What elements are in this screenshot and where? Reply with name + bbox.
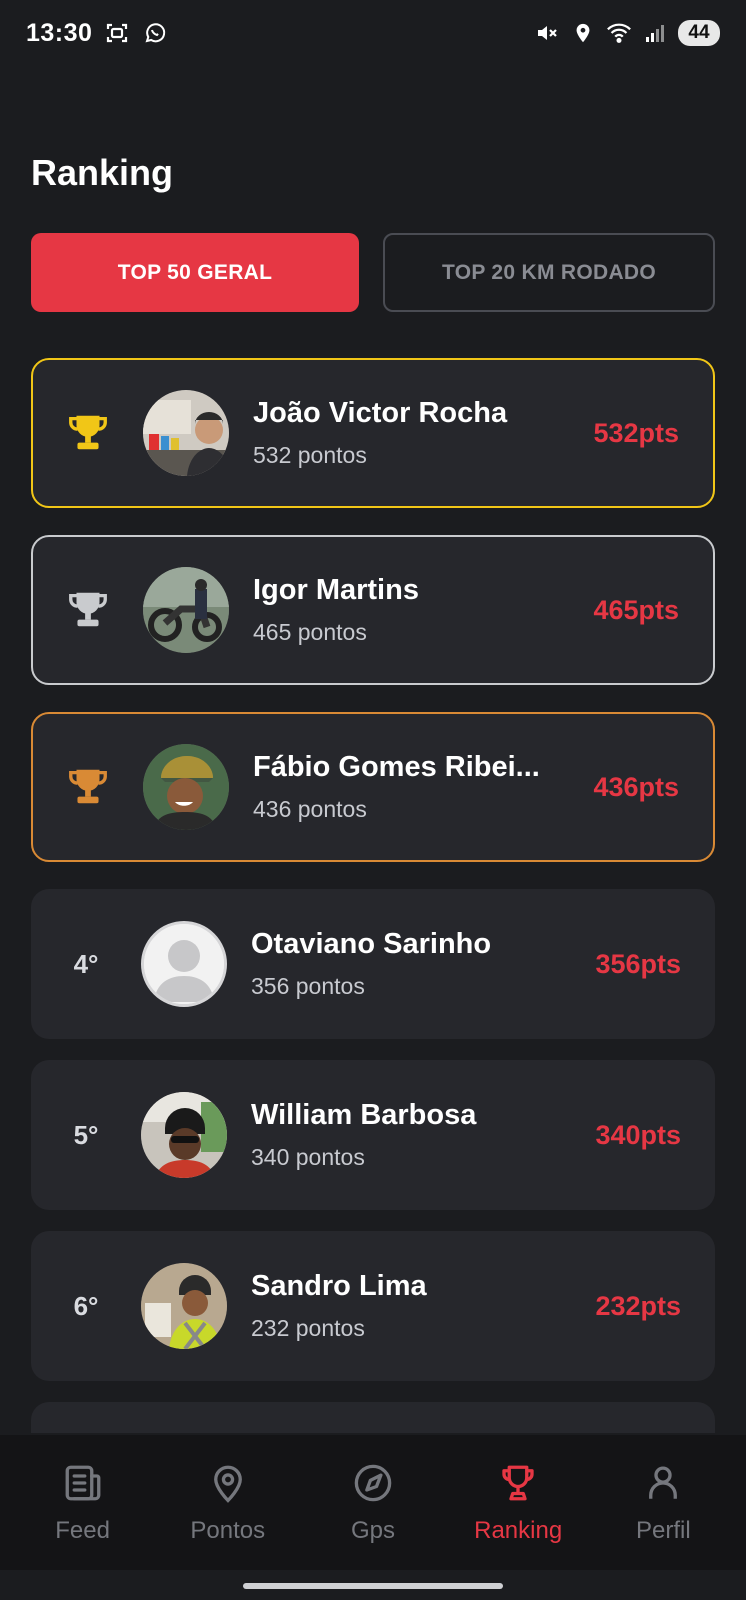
home-indicator[interactable] — [243, 1583, 503, 1589]
mute-icon — [534, 20, 560, 46]
user-points-text: 232 pontos — [251, 1315, 365, 1341]
rank-medal — [33, 764, 143, 810]
ranking-tabs: TOP 50 GERAL TOP 20 KM RODADO — [31, 233, 715, 312]
trophy-silver-icon — [69, 592, 107, 627]
ranking-card[interactable]: 4° Otaviano Sarinho 356 pontos 356pts — [31, 889, 715, 1039]
battery-indicator: 44 — [678, 20, 720, 46]
screenshot-icon — [104, 20, 130, 46]
rank-position: 5° — [73, 1119, 99, 1150]
status-time: 13:30 — [26, 18, 93, 47]
trophy-icon — [496, 1461, 540, 1505]
nav-label-feed: Feed — [55, 1516, 110, 1544]
nav-item-ranking[interactable]: Ranking — [448, 1461, 588, 1545]
user-points-badge: 232pts — [595, 1290, 681, 1321]
wifi-icon — [606, 20, 632, 46]
page-title: Ranking — [31, 152, 174, 193]
avatar — [141, 1263, 227, 1349]
user-name: Igor Martins — [253, 574, 419, 606]
feed-icon — [61, 1461, 105, 1505]
avatar — [141, 1092, 227, 1178]
nav-item-gps[interactable]: Gps — [303, 1461, 443, 1545]
ranking-card[interactable]: Igor Martins 465 pontos 465pts — [31, 535, 715, 685]
tab-top-50-geral[interactable]: TOP 50 GERAL — [31, 233, 359, 312]
trophy-bronze-icon — [69, 769, 107, 804]
user-points-badge: 356pts — [595, 948, 681, 979]
user-icon — [641, 1461, 685, 1505]
nav-item-perfil[interactable]: Perfil — [593, 1461, 733, 1545]
ranking-card[interactable]: João Victor Rocha 532 pontos 532pts — [31, 358, 715, 508]
nav-label-pontos: Pontos — [190, 1516, 266, 1544]
rank-position: 6° — [73, 1290, 99, 1321]
map-pin-icon — [206, 1461, 250, 1505]
user-name: Sandro Lima — [251, 1270, 427, 1302]
avatar — [143, 744, 229, 830]
user-name: William Barbosa — [251, 1099, 477, 1131]
ranking-card[interactable]: Fábio Gomes Ribei... 436 pontos 436pts — [31, 712, 715, 862]
status-bar: 13:30 44 — [0, 0, 746, 66]
nav-label-perfil: Perfil — [636, 1516, 691, 1544]
nav-item-feed[interactable]: Feed — [13, 1461, 153, 1545]
navigation-icon — [351, 1461, 395, 1505]
avatar-placeholder-icon — [141, 921, 227, 1007]
user-name: João Victor Rocha — [253, 397, 508, 429]
ranking-list: João Victor Rocha 532 pontos 532pts Igor… — [31, 358, 715, 1433]
location-icon — [570, 20, 596, 46]
avatar — [143, 567, 229, 653]
signal-icon — [642, 20, 668, 46]
trophy-gold-icon — [69, 415, 107, 450]
nav-label-gps: Gps — [350, 1516, 395, 1544]
rank-medal — [33, 410, 143, 456]
user-points-text: 436 pontos — [253, 796, 367, 822]
rank-medal — [33, 587, 143, 633]
user-points-text: 532 pontos — [253, 442, 367, 468]
nav-label-ranking: Ranking — [474, 1516, 563, 1544]
ranking-card[interactable] — [31, 1402, 715, 1433]
ranking-card[interactable]: 6° Sandro Lima 232 pontos 232pts — [31, 1231, 715, 1381]
user-points-badge: 340pts — [595, 1119, 681, 1150]
avatar — [143, 390, 229, 476]
user-points-text: 356 pontos — [251, 973, 365, 999]
rank-position: 4° — [73, 948, 99, 979]
user-points-text: 465 pontos — [253, 619, 367, 645]
user-name: Fábio Gomes Ribei... — [253, 751, 540, 783]
tab-top-20-km-rodado[interactable]: TOP 20 KM RODADO — [383, 233, 715, 312]
nav-item-pontos[interactable]: Pontos — [158, 1461, 298, 1545]
user-points-text: 340 pontos — [251, 1144, 365, 1170]
user-points-badge: 532pts — [593, 417, 679, 448]
user-name: Otaviano Sarinho — [251, 928, 492, 960]
user-points-badge: 465pts — [593, 594, 679, 625]
ranking-card[interactable]: 5° William Barbosa 340 pontos 340pts — [31, 1060, 715, 1210]
whatsapp-icon — [142, 20, 168, 46]
user-points-badge: 436pts — [593, 771, 679, 802]
bottom-nav: Feed Pontos Gps Ranking Perfil — [0, 1435, 746, 1570]
